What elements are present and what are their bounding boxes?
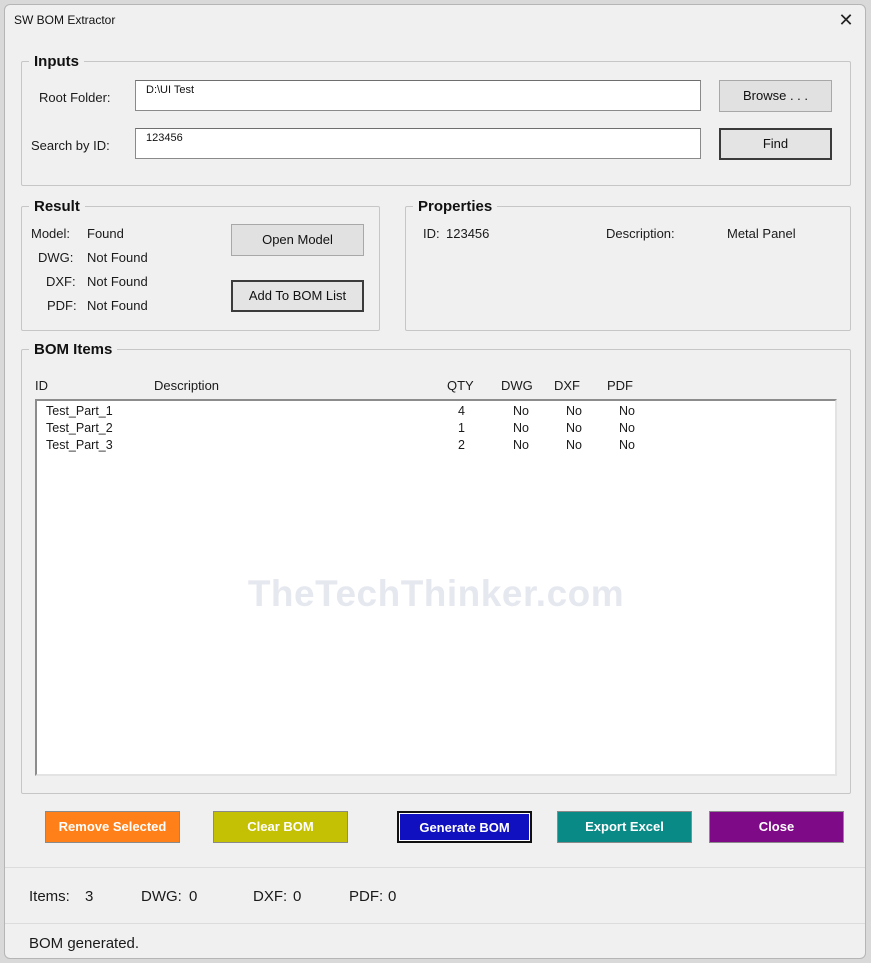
cell-id: Test_Part_2 [46, 421, 113, 435]
find-button[interactable]: Find [719, 128, 832, 160]
cell-dxf: No [566, 421, 582, 435]
prop-id-label: ID: [423, 226, 440, 241]
model-label: Model: [31, 226, 71, 241]
prop-id-value: 123456 [446, 226, 490, 241]
table-row[interactable]: Test_Part_3 2 No No No [37, 438, 835, 455]
dxf-count-label: DXF: [253, 888, 288, 905]
properties-legend: Properties [418, 198, 493, 215]
dwg-label: DWG: [38, 250, 74, 265]
cell-qty: 2 [458, 438, 465, 452]
dxf-count-value: 0 [293, 888, 302, 905]
open-model-button[interactable]: Open Model [231, 224, 364, 256]
pdf-label: PDF: [47, 298, 77, 313]
cell-dwg: No [513, 421, 529, 435]
col-header-dxf: DXF [554, 378, 580, 393]
generate-bom-button[interactable]: Generate BOM [397, 811, 532, 843]
browse-button[interactable]: Browse . . . [719, 80, 832, 112]
col-header-id: ID [35, 378, 48, 393]
clear-bom-button[interactable]: Clear BOM [213, 811, 348, 843]
bom-list[interactable]: TheTechThinker.com Test_Part_1 4 No No N… [35, 399, 837, 776]
cell-qty: 1 [458, 421, 465, 435]
dwg-count-label: DWG: [141, 888, 182, 905]
app-window: SW BOM Extractor ✕ Inputs Root Folder: D… [4, 4, 866, 959]
prop-desc-value: Metal Panel [727, 226, 796, 241]
status-message: BOM generated. [29, 935, 140, 952]
window-title: SW BOM Extractor [14, 13, 116, 27]
items-count-value: 3 [85, 888, 94, 905]
cell-dwg: No [513, 404, 529, 418]
pdf-count-label: PDF: [349, 888, 384, 905]
inputs-group: Inputs [21, 53, 851, 186]
close-button[interactable]: Close [709, 811, 844, 843]
table-row[interactable]: Test_Part_2 1 No No No [37, 421, 835, 438]
search-id-label: Search by ID: [31, 138, 110, 153]
pdf-status: Not Found [87, 298, 148, 313]
title-bar: SW BOM Extractor ✕ [5, 5, 865, 37]
root-folder-label: Root Folder: [39, 90, 111, 105]
bom-items-group: BOM Items ID Description QTY DWG DXF PDF… [21, 341, 851, 794]
dwg-count-value: 0 [189, 888, 198, 905]
col-header-description: Description [154, 378, 220, 393]
model-status: Found [87, 226, 124, 241]
table-row[interactable]: Test_Part_1 4 No No No [37, 404, 835, 421]
bom-legend: BOM Items [34, 341, 113, 358]
col-header-dwg: DWG [501, 378, 533, 393]
inputs-legend: Inputs [34, 53, 79, 70]
pdf-count-value: 0 [388, 888, 397, 905]
col-header-pdf: PDF [607, 378, 633, 393]
cell-qty: 4 [458, 404, 465, 418]
cell-id: Test_Part_3 [46, 438, 113, 452]
cell-dwg: No [513, 438, 529, 452]
properties-group: Properties [405, 198, 851, 331]
items-count-label: Items: [29, 888, 70, 905]
prop-desc-label: Description: [606, 226, 675, 241]
cell-pdf: No [619, 404, 635, 418]
close-window-icon[interactable]: ✕ [835, 9, 857, 31]
cell-id: Test_Part_1 [46, 404, 113, 418]
cell-pdf: No [619, 421, 635, 435]
remove-selected-button[interactable]: Remove Selected [45, 811, 180, 843]
dxf-status: Not Found [87, 274, 148, 289]
cell-dxf: No [566, 438, 582, 452]
export-excel-button[interactable]: Export Excel [557, 811, 692, 843]
watermark: TheTechThinker.com [247, 573, 625, 614]
col-header-qty: QTY [447, 378, 474, 393]
cell-pdf: No [619, 438, 635, 452]
result-legend: Result [34, 198, 80, 215]
search-id-input[interactable]: 123456 [135, 128, 701, 159]
dxf-label: DXF: [46, 274, 76, 289]
root-folder-input[interactable]: D:\UI Test [135, 80, 701, 111]
dwg-status: Not Found [87, 250, 148, 265]
add-to-bom-button[interactable]: Add To BOM List [231, 280, 364, 312]
cell-dxf: No [566, 404, 582, 418]
status-bar [5, 867, 865, 925]
